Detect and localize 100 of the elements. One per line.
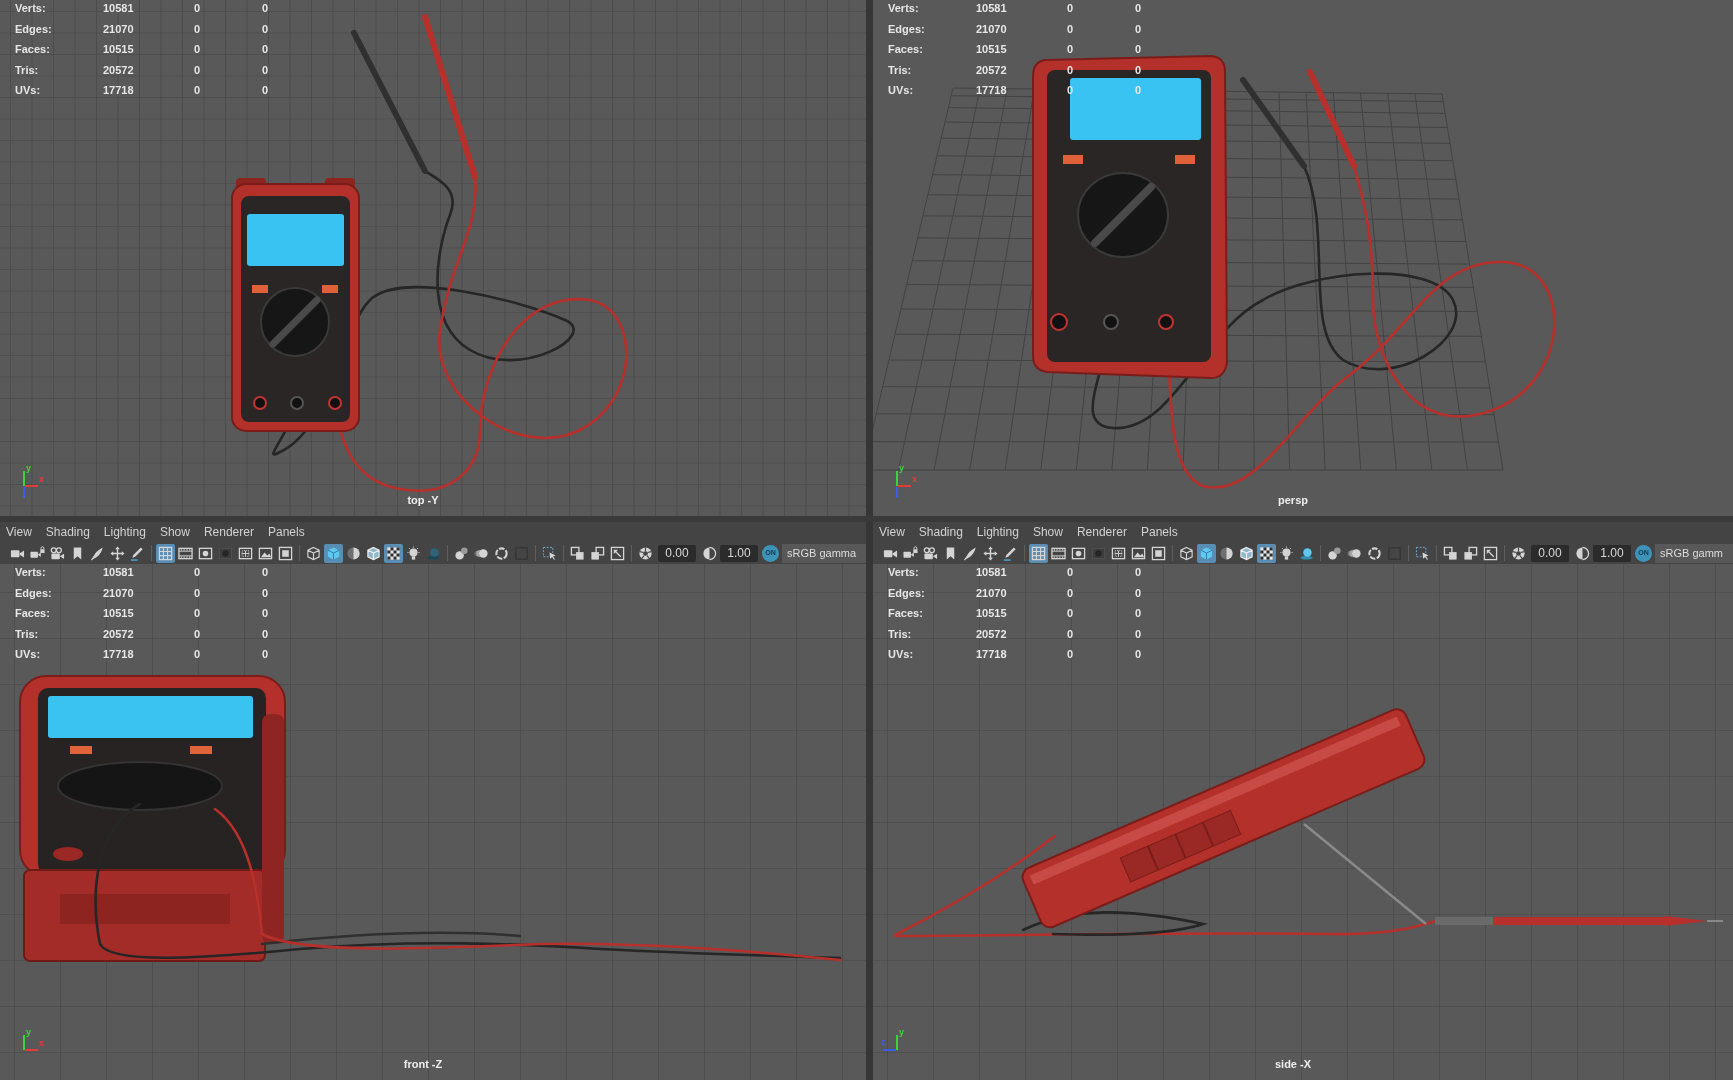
- axis-label: y: [26, 463, 31, 473]
- hud-label: Edges:: [15, 22, 52, 35]
- camera-label: persp: [1278, 492, 1308, 508]
- menu-item[interactable]: Renderer: [1076, 524, 1127, 540]
- hud-value: 0: [193, 648, 201, 661]
- menu-item[interactable]: Lighting: [976, 524, 1019, 540]
- hud-label: Faces:: [15, 43, 50, 56]
- menu-item[interactable]: Panels: [1140, 524, 1178, 540]
- color-space-dropdown[interactable]: sRGB gamm: [1655, 543, 1733, 563]
- gamma-field[interactable]: 1.00: [720, 544, 758, 562]
- menu-item[interactable]: Shading: [45, 524, 90, 540]
- hud-value: 20572: [103, 63, 134, 76]
- hud-value: 0: [193, 607, 201, 620]
- hud-value: 0: [261, 63, 269, 76]
- grid-icon[interactable]: [156, 543, 175, 563]
- hud-label: Tris:: [888, 63, 912, 76]
- hud-value: 17718: [103, 84, 134, 97]
- hud-label: Faces:: [888, 607, 923, 620]
- hud-value: 0: [1066, 566, 1074, 578]
- menu-item[interactable]: Show: [159, 524, 190, 540]
- hud-value: 0: [261, 43, 269, 56]
- hud-value: 10515: [103, 607, 134, 620]
- hud-value: 0: [193, 63, 201, 76]
- hud-label: Verts:: [888, 566, 919, 578]
- hud-value: 17718: [103, 648, 134, 661]
- shaded-cube-icon[interactable]: [324, 543, 343, 563]
- hud-value: 21070: [976, 22, 1007, 35]
- shaded-cube-icon[interactable]: [1197, 543, 1216, 563]
- camera-label: front -Z: [403, 1056, 443, 1072]
- hud-label: Faces:: [888, 43, 923, 56]
- hud-label: Tris:: [15, 63, 39, 76]
- hud-value: 0: [1134, 84, 1142, 97]
- axis-label: z: [881, 1037, 886, 1047]
- hud-label: UVs:: [888, 84, 914, 97]
- color-space-dropdown[interactable]: sRGB gamma: [782, 543, 866, 563]
- menu-item[interactable]: View: [6, 524, 32, 540]
- menu-item[interactable]: View: [879, 524, 905, 540]
- hud-value: 10515: [103, 43, 134, 56]
- hud-label: Tris:: [888, 627, 912, 640]
- move-arrows-icon[interactable]: [981, 543, 1000, 563]
- camera-label: side -X: [1274, 1056, 1312, 1072]
- axis-label: y: [899, 463, 904, 473]
- hud-value: 0: [1066, 22, 1074, 35]
- hud-value: 0: [1134, 566, 1142, 578]
- checkerboard-icon[interactable]: [1257, 543, 1276, 563]
- hud-value: 0: [1134, 627, 1142, 640]
- hud-value: 10581: [103, 566, 134, 578]
- menu-item[interactable]: Shading: [918, 524, 963, 540]
- hud-label: Verts:: [15, 2, 46, 14]
- axis-label: y: [26, 1027, 31, 1037]
- exposure-field[interactable]: 0.00: [658, 544, 696, 562]
- exposure-field[interactable]: 0.00: [1531, 544, 1569, 562]
- menu-item[interactable]: Lighting: [103, 524, 146, 540]
- hud-value: 0: [1066, 648, 1074, 661]
- move-arrows-icon[interactable]: [108, 543, 127, 563]
- hud-value: 10581: [103, 2, 134, 14]
- gamma-field[interactable]: 1.00: [1593, 544, 1631, 562]
- axis-label: y: [899, 1027, 904, 1037]
- hud-value: 0: [1066, 586, 1074, 599]
- hud-value: 0: [1134, 648, 1142, 661]
- hud-label: Tris:: [15, 627, 39, 640]
- hud-value: 0: [1134, 63, 1142, 76]
- hud-value: 21070: [103, 586, 134, 599]
- hud-label: UVs:: [15, 648, 41, 661]
- checkerboard-icon[interactable]: [384, 543, 403, 563]
- light-bulb-icon[interactable]: [1277, 543, 1296, 563]
- hud-value: 0: [193, 84, 201, 97]
- hud-value: 0: [1134, 607, 1142, 620]
- hud-label: Faces:: [15, 607, 50, 620]
- hud-value: 0: [1066, 84, 1074, 97]
- grid-icon[interactable]: [1029, 543, 1048, 563]
- menu-item[interactable]: Show: [1032, 524, 1063, 540]
- hud-value: 0: [193, 22, 201, 35]
- hud-value: 10515: [976, 607, 1007, 620]
- hud-label: UVs:: [888, 648, 914, 661]
- hud-value: 0: [261, 627, 269, 640]
- hud-value: 0: [1134, 2, 1142, 14]
- axis-label: x: [39, 1038, 44, 1048]
- camera-label: top -Y: [407, 492, 439, 508]
- hud-value: 10515: [976, 43, 1007, 56]
- hud-value: 0: [261, 586, 269, 599]
- hud-value: 0: [261, 22, 269, 35]
- axis-label: x: [912, 474, 917, 484]
- hud-value: 0: [1134, 22, 1142, 35]
- hud-value: 0: [1134, 43, 1142, 56]
- menu-item[interactable]: Panels: [267, 524, 305, 540]
- hud-label: Verts:: [15, 566, 46, 578]
- hud-value: 0: [261, 84, 269, 97]
- hud-value: 0: [1066, 627, 1074, 640]
- menu-item[interactable]: Renderer: [203, 524, 254, 540]
- hud-value: 0: [193, 586, 201, 599]
- hud-value: 0: [1066, 607, 1074, 620]
- hud-value: 0: [261, 2, 269, 14]
- hud-value: 0: [1134, 586, 1142, 599]
- hud-value: 20572: [103, 627, 134, 640]
- hud-value: 0: [193, 566, 201, 578]
- light-bulb-icon[interactable]: [404, 543, 423, 563]
- hud-value: 0: [193, 43, 201, 56]
- hud-value: 20572: [976, 63, 1007, 76]
- hud-label: Verts:: [888, 2, 919, 14]
